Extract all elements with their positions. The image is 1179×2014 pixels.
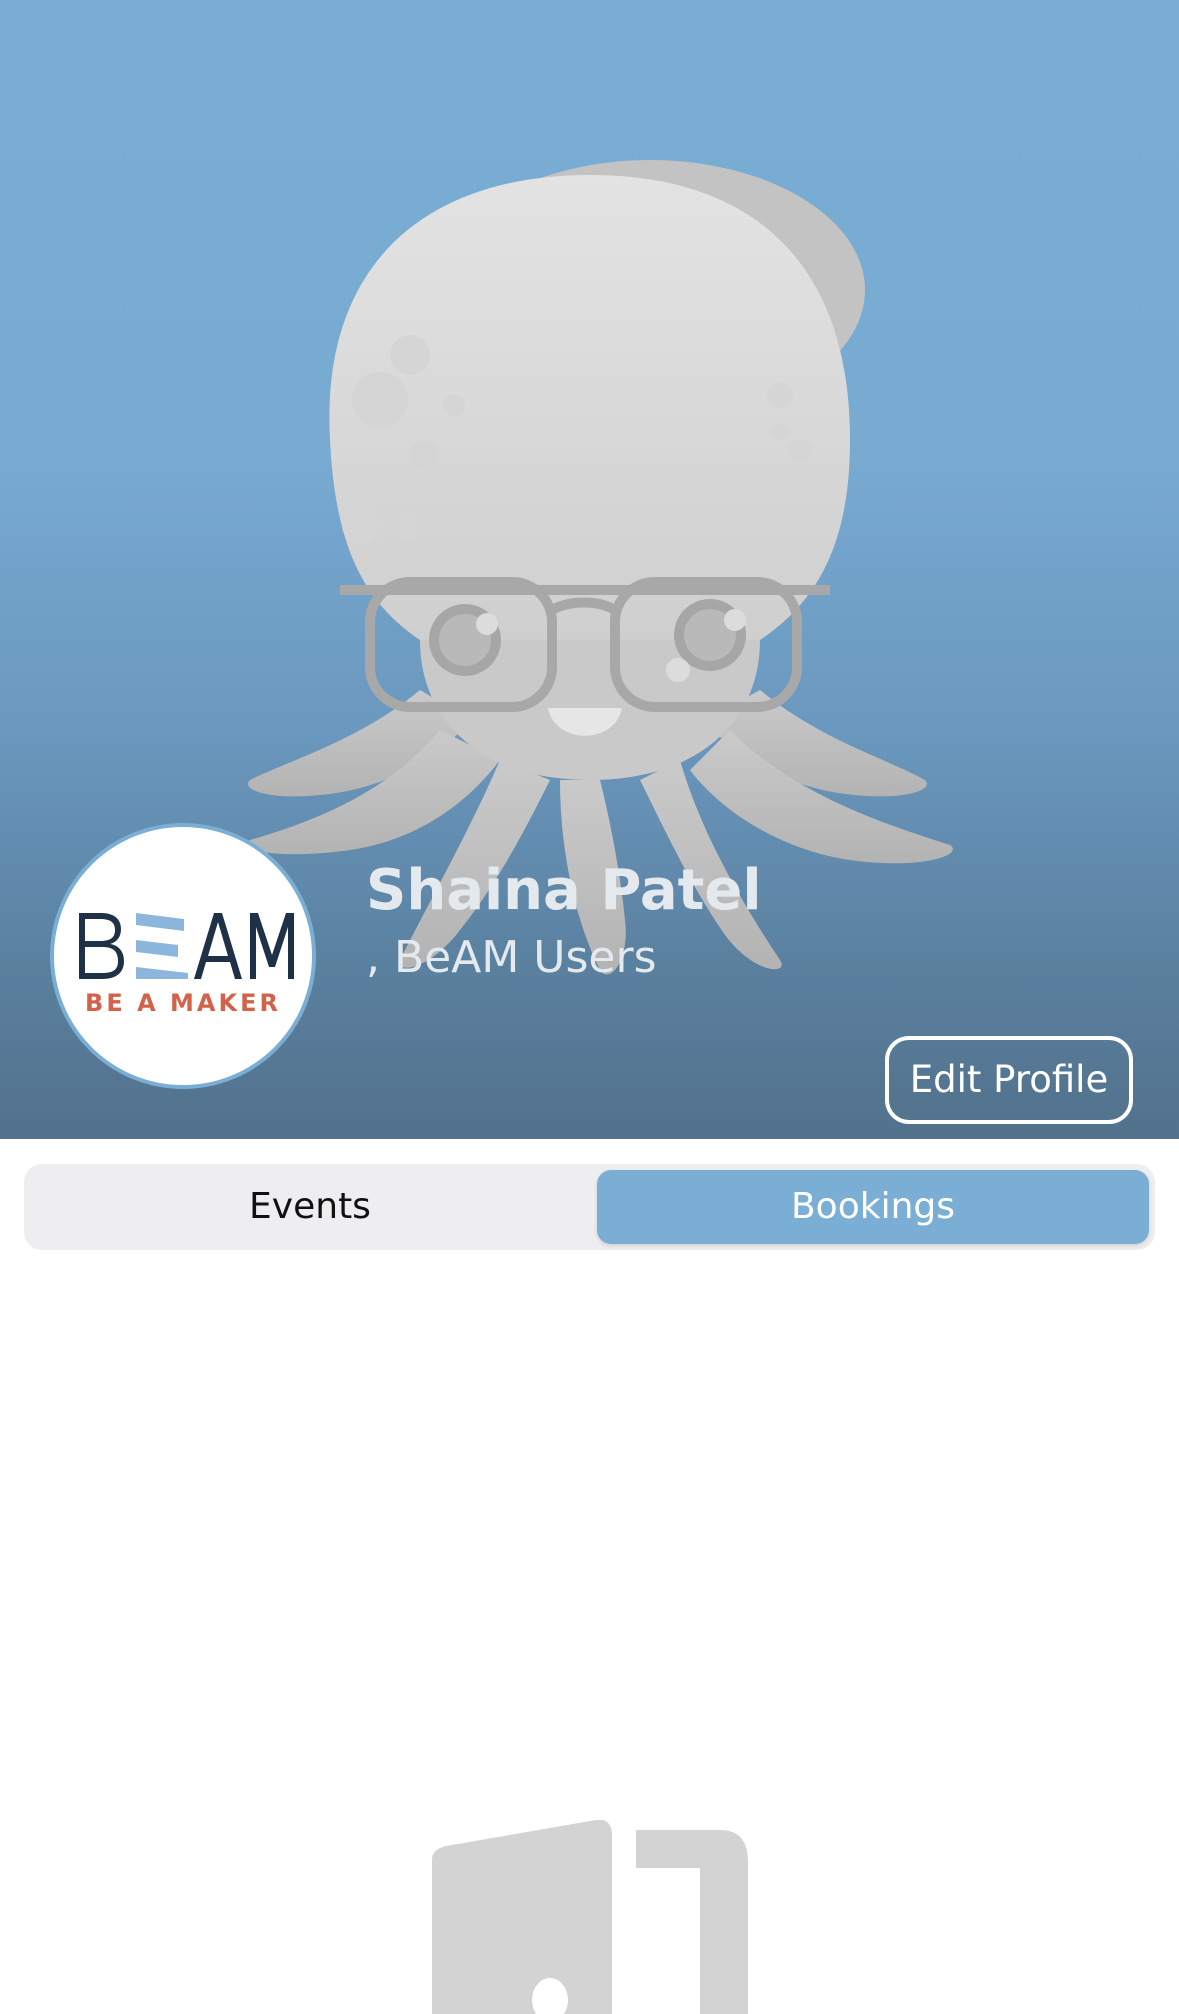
profile-name: Shaina Patel <box>366 858 762 923</box>
edit-profile-button[interactable]: Edit Profile <box>885 1036 1133 1124</box>
profile-subtitle: , BeAM Users <box>366 932 657 983</box>
logo-tagline: BE A MAKER <box>85 989 281 1017</box>
tab-bookings[interactable]: Bookings <box>597 1170 1149 1244</box>
beam-logo: BE A MAKER <box>79 913 294 1017</box>
tab-events[interactable]: Events <box>30 1170 590 1244</box>
avatar[interactable]: BE A MAKER <box>50 823 316 1089</box>
open-door-icon <box>420 1820 760 2014</box>
profile-header: BE A MAKER Shaina Patel , BeAM Users Edi… <box>0 0 1179 1139</box>
segmented-control: Events Bookings <box>24 1164 1155 1250</box>
